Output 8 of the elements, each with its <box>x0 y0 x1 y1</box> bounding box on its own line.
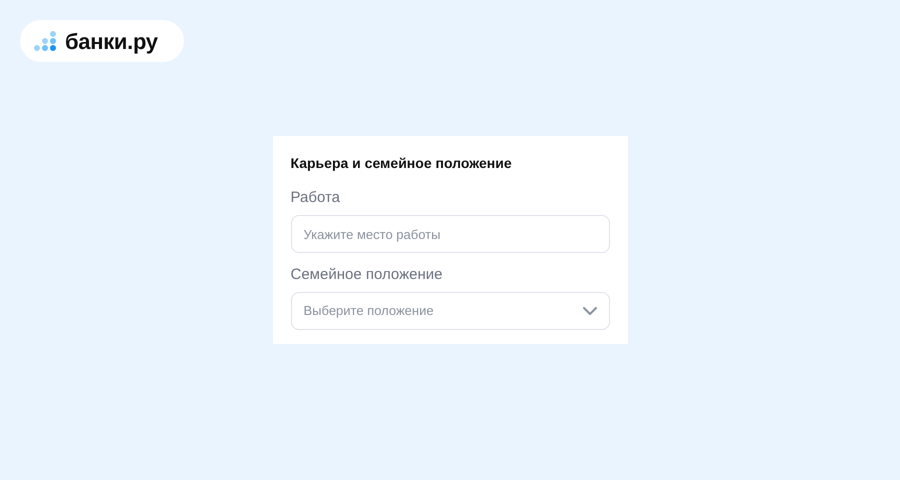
field-label: Семейное положение <box>290 265 444 285</box>
logo-text: банки.ру <box>65 28 158 56</box>
field-label: Работа <box>290 188 341 208</box>
logo-badge[interactable]: банки.ру <box>20 20 184 62</box>
input-field[interactable]: Укажите место работы <box>290 215 610 253</box>
form-title: Карьера и семейное положение <box>290 154 513 173</box>
dots-logo-icon <box>33 30 59 52</box>
chevron-down-icon <box>582 307 596 315</box>
